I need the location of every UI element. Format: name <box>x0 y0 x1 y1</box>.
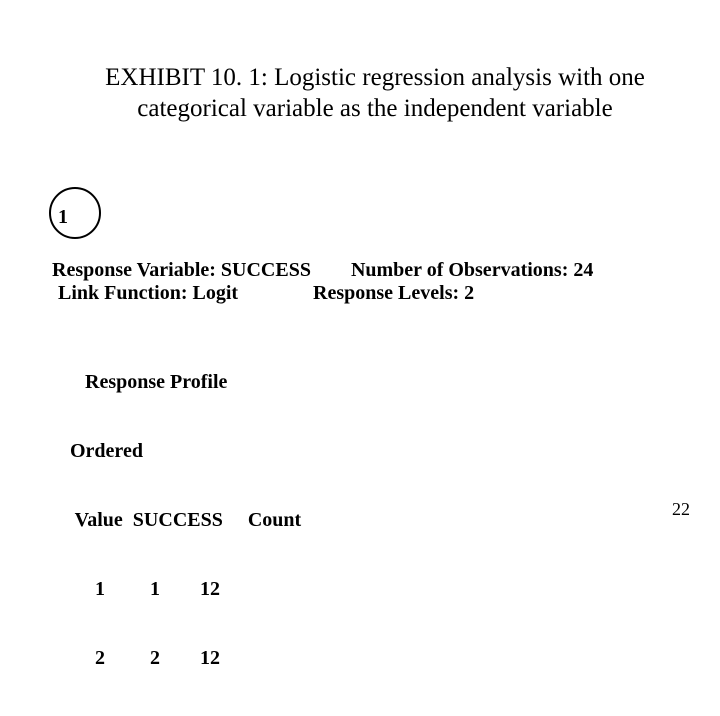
response-profile-col2: Value SUCCESS Count <box>70 509 301 532</box>
response-profile-block: Response Profile Ordered Value SUCCESS C… <box>70 325 301 716</box>
callout-number: 1 <box>58 206 68 229</box>
exhibit-title: EXHIBIT 10. 1: Logistic regression analy… <box>90 62 660 125</box>
response-profile-col1: Ordered <box>70 440 301 463</box>
response-profile-header: Response Profile <box>70 371 301 394</box>
response-profile-row: 1 1 12 <box>70 578 301 601</box>
document-page: EXHIBIT 10. 1: Logistic regression analy… <box>0 0 720 540</box>
meta-response-variable-line: Response Variable: SUCCESS Number of Obs… <box>52 259 593 282</box>
response-profile-row: 2 2 12 <box>70 647 301 670</box>
callout-circle <box>49 187 101 239</box>
page-number: 22 <box>672 499 690 520</box>
meta-link-function-line: Link Function: Logit Response Levels: 2 <box>58 282 474 305</box>
